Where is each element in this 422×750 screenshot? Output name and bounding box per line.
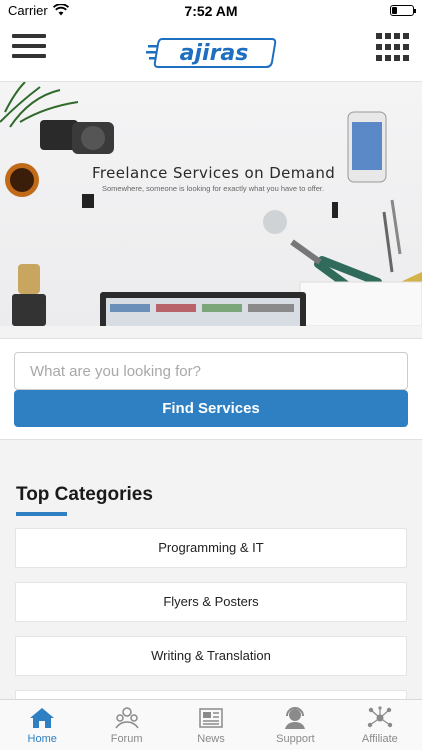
clock: 7:52 AM bbox=[184, 3, 238, 19]
laptop-decoration bbox=[100, 292, 306, 326]
ajiras-logo[interactable]: ajiras bbox=[146, 36, 278, 70]
affiliate-icon bbox=[367, 706, 393, 728]
hero-title: Freelance Services on Demand bbox=[92, 164, 336, 182]
pen-decoration bbox=[382, 211, 394, 273]
paper-ball-decoration bbox=[263, 210, 287, 234]
forum-icon bbox=[114, 707, 139, 729]
svg-text:ajiras: ajiras bbox=[180, 41, 249, 66]
home-icon bbox=[30, 708, 55, 728]
bottom-tab-bar: Home Forum News Support Affiliate bbox=[0, 699, 422, 750]
search-card: Find Services bbox=[0, 338, 422, 440]
hero-illustration bbox=[0, 82, 422, 326]
hamburger-menu-icon[interactable] bbox=[12, 34, 46, 62]
tab-affiliate-label: Affiliate bbox=[361, 733, 398, 745]
search-input[interactable] bbox=[14, 352, 408, 390]
usb-decoration bbox=[332, 202, 338, 218]
find-services-button[interactable]: Find Services bbox=[14, 390, 408, 427]
battery-icon bbox=[390, 5, 416, 16]
tab-forum[interactable]: Forum bbox=[84, 700, 168, 750]
news-icon bbox=[199, 708, 223, 728]
grid-menu-icon[interactable] bbox=[376, 33, 410, 63]
app-header: ajiras bbox=[0, 22, 422, 82]
category-item-programming[interactable]: Programming & IT bbox=[15, 528, 407, 568]
coffee-cup-decoration bbox=[5, 163, 39, 197]
support-icon bbox=[285, 707, 306, 729]
tab-affiliate[interactable]: Affiliate bbox=[338, 700, 422, 750]
hero-banner: Freelance Services on Demand Somewhere, … bbox=[0, 82, 422, 326]
tab-news[interactable]: News bbox=[169, 700, 253, 750]
tab-news-label: News bbox=[197, 733, 225, 745]
tab-home-label: Home bbox=[27, 733, 57, 745]
heading-underline bbox=[16, 512, 67, 516]
category-item-flyers[interactable]: Flyers & Posters bbox=[15, 582, 407, 622]
category-item-writing[interactable]: Writing & Translation bbox=[15, 636, 407, 676]
binder-clip-decoration bbox=[82, 194, 94, 208]
status-bar: Carrier 7:52 AM bbox=[0, 0, 422, 22]
hero-subtitle: Somewhere, someone is looking for exactl… bbox=[102, 184, 325, 193]
phone-decoration bbox=[347, 111, 387, 183]
tab-home[interactable]: Home bbox=[0, 700, 84, 750]
top-categories-heading: Top Categories bbox=[16, 484, 153, 505]
camera-decoration bbox=[40, 120, 114, 154]
tab-support-label: Support bbox=[276, 733, 315, 745]
tab-forum-label: Forum bbox=[110, 733, 143, 745]
microphone-decoration bbox=[12, 264, 46, 326]
tab-support[interactable]: Support bbox=[253, 700, 337, 750]
